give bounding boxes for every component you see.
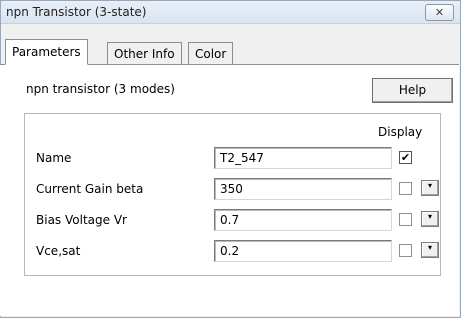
help-button[interactable]: Help: [372, 78, 453, 103]
current-gain-label: Current Gain beta: [36, 182, 144, 196]
tab-parameters[interactable]: Parameters: [5, 39, 88, 65]
bias-voltage-field[interactable]: 0.7: [214, 209, 392, 231]
current-gain-dropdown-button[interactable]: ▾: [421, 180, 439, 196]
vce-sat-dropdown-button[interactable]: ▾: [421, 242, 439, 258]
name-label: Name: [36, 151, 72, 165]
tab-color[interactable]: Color: [188, 42, 234, 64]
current-gain-display-checkbox[interactable]: [399, 182, 412, 195]
close-icon: ✕: [434, 6, 445, 19]
vce-sat-label: Vce,sat: [36, 244, 81, 258]
dropdown-arrow-icon: ▾: [427, 181, 432, 190]
bias-voltage-dropdown-button[interactable]: ▾: [421, 211, 439, 227]
name-field[interactable]: T2_547: [214, 147, 392, 169]
vce-sat-display-checkbox[interactable]: [399, 244, 412, 257]
tab-other-info[interactable]: Other Info: [107, 42, 182, 64]
close-button[interactable]: ✕: [425, 4, 454, 21]
title-bar: npn Transistor (3-state) ✕: [1, 1, 460, 24]
bias-voltage-label: Bias Voltage Vr: [36, 213, 127, 227]
panel-heading: npn transistor (3 modes): [26, 82, 175, 96]
current-gain-field[interactable]: 350: [214, 178, 392, 200]
vce-sat-field[interactable]: 0.2: [214, 240, 392, 262]
window-title: npn Transistor (3-state): [6, 5, 147, 19]
display-column-header: Display: [378, 125, 423, 139]
dropdown-arrow-icon: ▾: [427, 212, 432, 221]
bias-voltage-display-checkbox[interactable]: [399, 213, 412, 226]
dropdown-arrow-icon: ▾: [427, 243, 432, 252]
checkmark-icon: ✔: [400, 151, 411, 164]
name-display-checkbox[interactable]: ✔: [399, 151, 412, 164]
